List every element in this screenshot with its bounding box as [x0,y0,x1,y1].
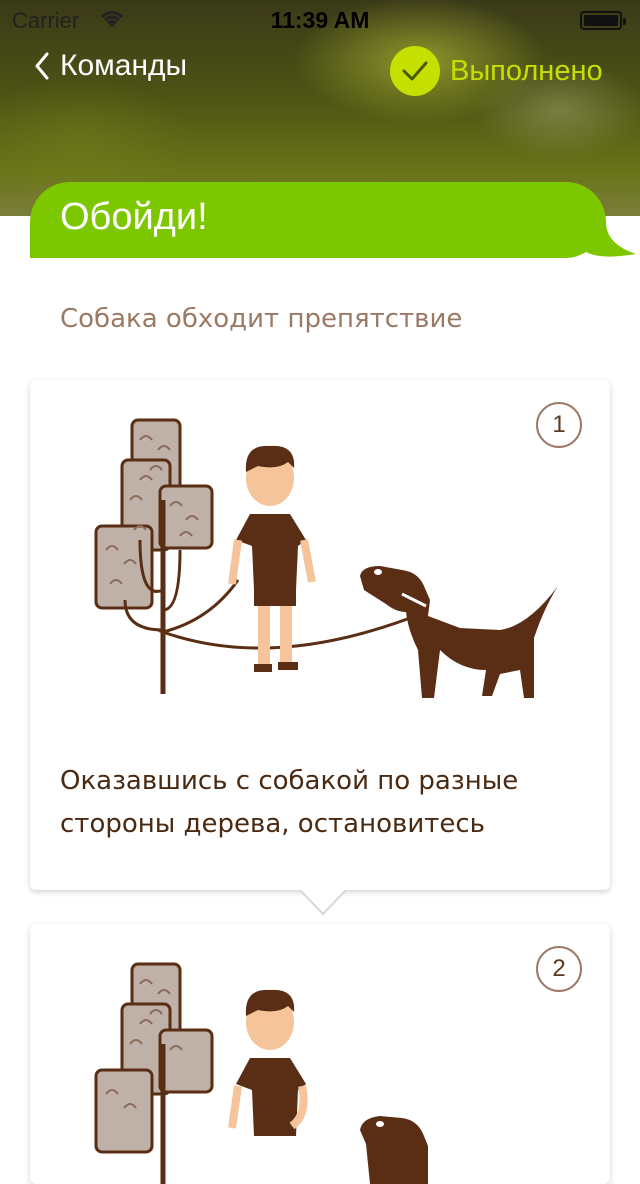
man-illustration [228,445,316,672]
back-button[interactable]: Команды [34,44,187,88]
tree-illustration [94,962,214,1184]
command-subtitle: Собака обходит препятствие [60,304,463,334]
step-illustration [94,418,558,698]
step-caption: Оказавшись с собакой по разные стороны д… [60,766,519,839]
card-connector [300,886,346,916]
battery-icon [580,11,626,30]
status-bar: Carrier 11:39 AM [0,0,640,40]
command-title-bubble: Обойди! [30,182,636,260]
step-illustration [94,962,428,1184]
dog-illustration [360,566,558,698]
tree-illustration [94,418,214,694]
status-time: 11:39 AM [270,7,370,33]
chevron-left-icon [35,52,49,80]
dog-illustration [360,1116,428,1184]
step-card: 2 [30,924,610,1184]
checkmark-icon [390,46,440,96]
back-label: Команды [60,49,188,82]
done-label: Выполнено [450,54,603,87]
man-illustration [228,989,308,1136]
command-title: Обойди! [60,196,208,238]
step-card: 1 Оказавшись с собакой по разные стороны… [30,380,610,890]
done-button[interactable]: Выполнено [390,46,603,96]
